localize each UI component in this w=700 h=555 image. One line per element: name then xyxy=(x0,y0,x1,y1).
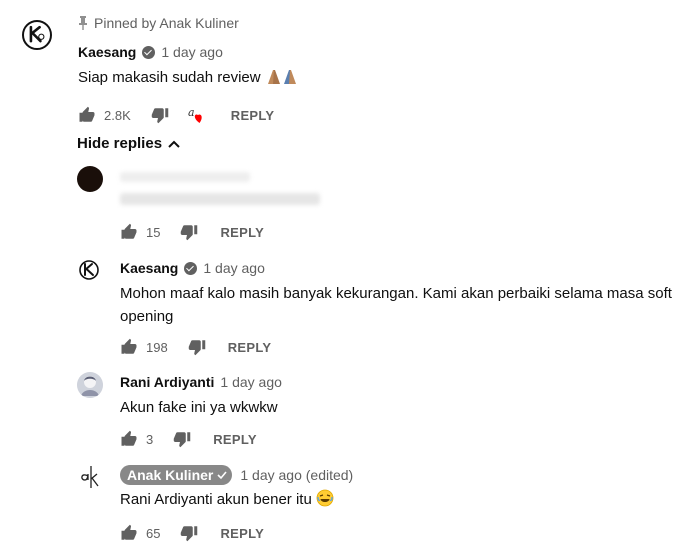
comment-header: Kaesang 1 day ago xyxy=(78,44,223,60)
like-count: 65 xyxy=(146,525,161,541)
comment-timestamp[interactable]: 1 day ago xyxy=(161,44,223,60)
creator-heart-icon: a xyxy=(187,104,209,126)
comment-header: Rani Ardiyanti 1 day ago xyxy=(120,374,282,390)
reply-button[interactable]: REPLY xyxy=(220,526,264,541)
comment-text: Siap makasih sudah review xyxy=(78,69,261,86)
praying-hands-emoji xyxy=(267,70,296,84)
profile-photo-icon xyxy=(77,372,103,398)
thumbs-down-icon[interactable] xyxy=(180,223,198,241)
chevron-up-icon xyxy=(168,140,180,148)
comment-actions: 3 REPLY xyxy=(120,430,257,448)
obscured-author xyxy=(120,172,250,182)
like-count: 3 xyxy=(146,431,154,447)
thumbs-up-icon[interactable] xyxy=(120,430,138,448)
comment-text: Rani Ardiyanti akun bener itu xyxy=(120,491,312,508)
thumbs-up-icon[interactable] xyxy=(120,524,138,542)
comment-actions: 198 REPLY xyxy=(120,338,271,356)
hide-replies-label: Hide replies xyxy=(77,135,163,152)
comment-text: Mohon maaf kalo masih banyak kekurangan.… xyxy=(120,285,672,325)
thumbs-up-icon[interactable] xyxy=(78,106,96,124)
brand-logo-icon xyxy=(79,260,99,280)
author-name[interactable]: Kaesang xyxy=(120,260,178,276)
comment-text: Akun fake ini ya wkwkw xyxy=(120,399,278,416)
owner-badge[interactable]: Anak Kuliner xyxy=(120,465,233,485)
brand-logo-icon xyxy=(29,25,45,43)
reply-button[interactable]: REPLY xyxy=(228,340,272,355)
pin-icon xyxy=(79,16,87,30)
pinned-label: Pinned by Anak Kuliner xyxy=(94,15,239,31)
like-count: 198 xyxy=(146,339,168,355)
thumbs-down-icon[interactable] xyxy=(173,430,191,448)
comment-actions: 65 REPLY xyxy=(120,524,264,542)
laughing-emoji xyxy=(316,489,334,507)
avatar[interactable] xyxy=(77,372,103,398)
thumbs-down-icon[interactable] xyxy=(180,524,198,542)
reply-button[interactable]: REPLY xyxy=(220,225,264,240)
hide-replies-toggle[interactable]: Hide replies xyxy=(77,135,180,152)
avatar[interactable] xyxy=(78,259,100,281)
author-name[interactable]: Kaesang xyxy=(78,44,136,60)
like-count: 15 xyxy=(146,224,161,240)
comment-header: Anak Kuliner 1 day ago (edited) xyxy=(120,465,353,485)
thumbs-down-icon[interactable] xyxy=(188,338,206,356)
svg-text:a: a xyxy=(188,106,195,119)
comment-actions: 2.8K a REPLY xyxy=(78,104,274,126)
verified-icon xyxy=(142,45,156,59)
comment-timestamp[interactable]: 1 day ago xyxy=(220,374,282,390)
thumbs-up-icon[interactable] xyxy=(120,223,138,241)
comment-actions: 15 REPLY xyxy=(120,223,264,241)
author-name: Anak Kuliner xyxy=(127,467,214,483)
avatar[interactable] xyxy=(77,462,105,490)
comment-header: Kaesang 1 day ago xyxy=(120,260,265,276)
comment-body: Rani Ardiyanti akun bener itu xyxy=(120,488,334,511)
comment-timestamp[interactable]: 1 day ago (edited) xyxy=(240,467,353,483)
obscured-text xyxy=(120,193,320,205)
like-count: 2.8K xyxy=(104,107,131,123)
verified-icon xyxy=(184,261,198,275)
comment-timestamp[interactable]: 1 day ago xyxy=(203,260,265,276)
pinned-indicator: Pinned by Anak Kuliner xyxy=(78,15,239,31)
thumbs-down-icon[interactable] xyxy=(151,106,169,124)
thumbs-up-icon[interactable] xyxy=(120,338,138,356)
reply-button[interactable]: REPLY xyxy=(213,432,257,447)
reply-button[interactable]: REPLY xyxy=(231,108,275,123)
verified-icon xyxy=(217,471,227,480)
channel-logo-icon xyxy=(81,466,99,488)
author-name[interactable]: Rani Ardiyanti xyxy=(120,374,214,390)
avatar[interactable] xyxy=(77,166,103,192)
comment-body: Siap makasih sudah review xyxy=(78,66,299,89)
avatar[interactable] xyxy=(22,20,52,50)
